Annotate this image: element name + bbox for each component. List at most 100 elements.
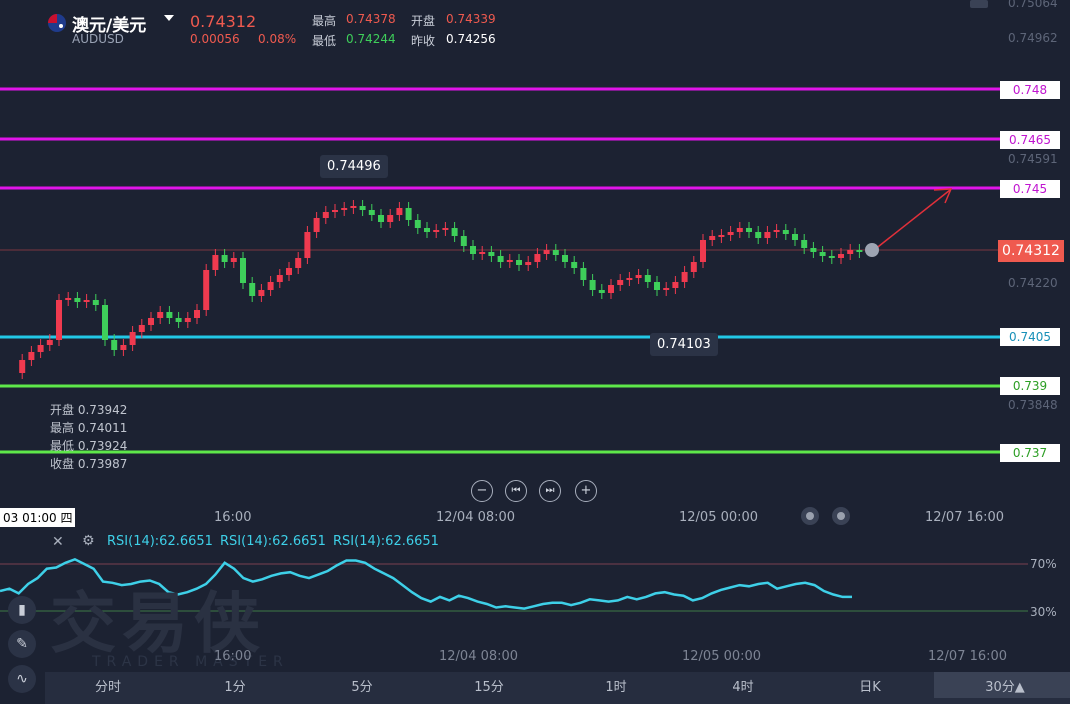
price-change-pct: 0.08%	[258, 32, 297, 46]
axis-price-2: 0.74591	[1008, 152, 1058, 166]
rsi-time-label-4: 12/07 16:00	[928, 649, 1008, 664]
scroll-end-button[interactable]: ⏭	[539, 480, 561, 502]
candle-body	[442, 228, 449, 230]
candle-body	[718, 235, 725, 237]
ohlc-low: 最低 0.73924	[50, 439, 128, 453]
chevron-down-icon[interactable]	[164, 15, 174, 21]
settings-dot-button[interactable]	[801, 507, 819, 525]
candle-body	[424, 228, 430, 232]
timeframe-bar	[45, 672, 1070, 704]
candle-body	[322, 212, 329, 218]
candle-body	[65, 298, 72, 300]
candle-body	[102, 305, 108, 340]
candle-body	[810, 248, 817, 252]
level-tag-07405[interactable]: 0.7405	[1000, 328, 1060, 346]
candle-body	[387, 215, 394, 222]
candle-body	[350, 206, 357, 208]
candle-body	[663, 288, 670, 290]
gear-icon[interactable]: ⚙	[82, 533, 95, 549]
candle-body	[516, 260, 522, 265]
candle-body	[433, 230, 440, 232]
candle-body	[46, 340, 53, 345]
low-label: 最低	[312, 34, 337, 48]
high-label: 最高	[312, 14, 337, 28]
time-axis-label-2: 12/04 08:00	[436, 510, 516, 525]
tab-timeframe-1m[interactable]: 1分	[205, 676, 265, 695]
scroll-start-button[interactable]: ⏮	[505, 480, 527, 502]
level-tag-07465[interactable]: 0.7465	[1000, 131, 1060, 149]
level-tag-0748[interactable]: 0.748	[1000, 81, 1060, 99]
candle-body	[534, 254, 541, 262]
pin-icon[interactable]: ✕	[52, 534, 64, 550]
candle-body	[626, 278, 633, 280]
symbol-code: AUDUSD	[72, 32, 124, 46]
last-price: 0.74312	[190, 12, 257, 31]
candle-body	[598, 290, 605, 293]
candle-body	[782, 230, 789, 234]
candle-body	[755, 232, 762, 238]
zoom-in-button[interactable]: +	[575, 480, 597, 502]
candle-body	[819, 252, 826, 256]
candle-tool-icon[interactable]: ▮	[8, 596, 36, 624]
alert-marker	[865, 243, 879, 257]
candle-body	[313, 218, 320, 232]
candle-body	[562, 255, 568, 262]
tab-timeframe-5m[interactable]: 5分	[332, 676, 392, 695]
candle-body	[525, 262, 532, 265]
candle-body	[221, 255, 228, 262]
candle-body	[479, 252, 486, 254]
candle-body	[488, 252, 495, 256]
indicator-dot-button[interactable]	[832, 507, 850, 525]
candle-body	[304, 232, 311, 258]
level-tag-0737[interactable]: 0.737	[1000, 444, 1060, 462]
candle-body	[157, 312, 164, 318]
indicator-icon[interactable]: ∿	[8, 665, 36, 693]
lock-icon[interactable]	[970, 0, 988, 8]
candle-body	[571, 262, 578, 268]
candle-body	[654, 282, 660, 290]
rsi-time-label-1: 16:00	[214, 649, 252, 664]
candle-body	[838, 254, 844, 258]
candle-body	[138, 325, 145, 332]
level-tag-0745[interactable]: 0.745	[1000, 180, 1060, 198]
axis-price-1: 0.74962	[1008, 31, 1058, 45]
candle-body	[19, 360, 26, 373]
zoom-out-button[interactable]: −	[471, 480, 493, 502]
level-tag-0739[interactable]: 0.739	[1000, 377, 1060, 395]
rsi-label-3: RSI(14):62.6651	[333, 534, 439, 549]
tab-timeframe-4h[interactable]: 4时	[713, 676, 773, 695]
candle-body	[267, 282, 274, 290]
rsi-70-label: 70%	[1030, 557, 1057, 571]
tab-timeframe-15m[interactable]: 15分	[459, 676, 519, 695]
tab-timeframe-30m[interactable]: 30分▲	[975, 676, 1035, 695]
tab-timeframe-1h[interactable]: 1时	[586, 676, 646, 695]
candle-body	[690, 262, 697, 272]
candle-body	[83, 300, 90, 302]
candle-body	[764, 232, 771, 238]
candle-body	[368, 210, 375, 215]
watermark-text: TRADER MASTER	[92, 654, 289, 670]
candle-body	[460, 236, 467, 246]
candle-body	[552, 250, 559, 255]
tab-timeframe-day[interactable]: 日K	[840, 676, 900, 695]
candle-body	[470, 246, 476, 254]
pencil-icon[interactable]: ✎	[8, 630, 36, 658]
candle-body	[184, 318, 191, 322]
candle-body	[286, 268, 292, 275]
candle-body	[166, 312, 173, 318]
axis-price-top: 0.75064	[1008, 0, 1058, 10]
tab-timeframe-line[interactable]: 分时	[78, 676, 138, 695]
candle-body	[276, 275, 283, 282]
candle-body	[672, 282, 679, 288]
candle-body	[506, 260, 513, 262]
candle-body	[736, 228, 743, 232]
candle-body	[856, 250, 863, 252]
prev-close-label: 昨收	[411, 34, 436, 48]
candle-body	[378, 215, 384, 222]
current-price-tag: 0.74312	[998, 240, 1064, 262]
cursor-time-label: 03 01:00 四	[0, 508, 76, 527]
low-value: 0.74244	[346, 32, 396, 46]
candle-body	[801, 240, 808, 248]
candle-body	[92, 300, 99, 305]
rsi-label-2: RSI(14):62.6651	[220, 534, 326, 549]
